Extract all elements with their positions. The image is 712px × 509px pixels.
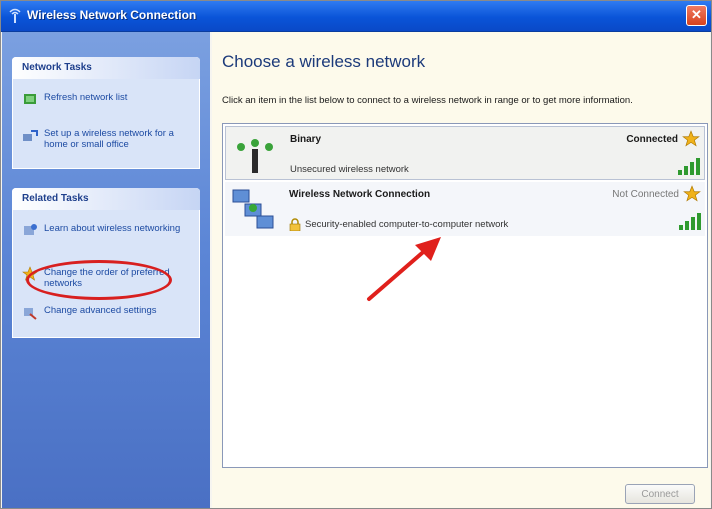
related-tasks-heading: Related Tasks	[12, 188, 200, 210]
task-label[interactable]: Set up a wireless network for a home or …	[44, 128, 194, 150]
info-icon	[24, 224, 37, 235]
connect-button[interactable]: Connect	[625, 484, 695, 504]
network-name: Wireless Network Connection	[289, 189, 431, 200]
refresh-icon	[24, 94, 36, 104]
network-tasks-heading: Network Tasks	[12, 57, 200, 79]
network-list[interactable]: Binary Unsecured wireless network Connec…	[222, 123, 708, 468]
task-label[interactable]: Learn about wireless networking	[44, 223, 194, 234]
wireless-network-window: Wireless Network Connection ✕ Network Ta…	[0, 0, 712, 509]
red-circle-annotation	[26, 260, 172, 300]
signal-strength-icon	[678, 158, 700, 175]
close-button[interactable]: ✕	[686, 5, 707, 26]
network-item-connected[interactable]: Binary Unsecured wireless network Connec…	[225, 126, 705, 180]
title-bar[interactable]: Wireless Network Connection ✕	[1, 1, 711, 32]
network-security: Unsecured wireless network	[290, 164, 409, 175]
page-title: Choose a wireless network	[222, 52, 426, 71]
star-icon	[683, 185, 701, 202]
task-label[interactable]: Change advanced settings	[44, 305, 194, 316]
signal-strength-icon	[679, 213, 701, 230]
antenna-icon	[237, 139, 273, 173]
close-icon: ✕	[691, 7, 702, 22]
red-arrow-annotation	[367, 237, 441, 301]
network-item-ad-hoc[interactable]: Wireless Network Connection Security-ena…	[225, 182, 705, 236]
setup-network-icon	[23, 130, 38, 141]
network-tasks-panel: Network Tasks Refresh network list Set u…	[12, 57, 200, 169]
lock-icon	[289, 218, 301, 231]
connection-status: Not Connected	[612, 189, 679, 200]
computer-to-computer-icon	[232, 189, 274, 229]
connection-status: Connected	[626, 134, 678, 145]
window-title: Wireless Network Connection	[27, 8, 197, 22]
instruction-text: Click an item in the list below to conne…	[222, 95, 633, 106]
main-content: Choose a wireless network Click an item …	[212, 32, 710, 508]
task-label[interactable]: Refresh network list	[44, 92, 194, 103]
network-name: Binary	[290, 134, 322, 145]
wireless-icon	[9, 8, 21, 23]
star-icon	[682, 130, 700, 147]
settings-icon	[24, 308, 37, 320]
